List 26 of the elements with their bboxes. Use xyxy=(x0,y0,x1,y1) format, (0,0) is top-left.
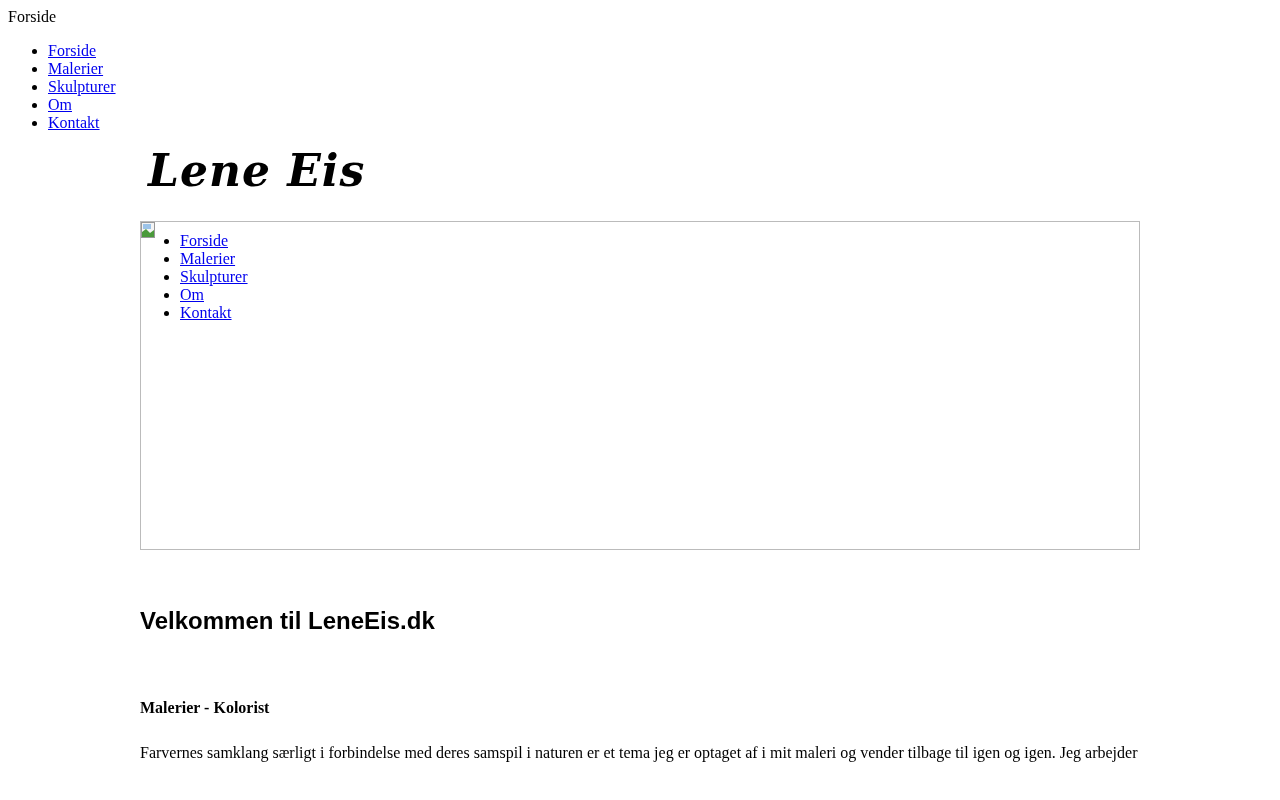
page-title: Forside xyxy=(8,8,57,26)
nav-link[interactable]: Forside xyxy=(180,232,228,250)
bullet-icon xyxy=(164,275,169,280)
bullet-icon xyxy=(32,103,37,108)
nav-link[interactable]: Forside xyxy=(48,42,96,60)
bullet-icon xyxy=(164,293,169,298)
broken-image-icon xyxy=(141,222,157,238)
bullet-icon xyxy=(164,257,169,262)
bullet-icon xyxy=(32,67,37,72)
nav-link[interactable]: Malerier xyxy=(180,250,236,268)
nav-link[interactable]: Kontakt xyxy=(180,304,232,322)
intro-paragraph: Farvernes samklang særligt i forbindelse med deres samspil i naturen er et tema jeg er optaget af i mit maleri og vender tilbage til igen og igen. Jeg arbejder xyxy=(140,744,1139,762)
nav-link[interactable]: Kontakt xyxy=(48,114,100,132)
nav-link[interactable]: Malerier xyxy=(48,60,104,78)
page-heading: Velkommen til LeneEis.dk xyxy=(140,607,436,635)
bullet-icon xyxy=(32,121,37,126)
nav-link[interactable]: Skulpturer xyxy=(180,268,248,286)
nav-link[interactable]: Om xyxy=(48,96,72,114)
bullet-icon xyxy=(32,49,37,54)
logo: Lene Eis xyxy=(148,144,366,198)
section-subheading: Malerier - Kolorist xyxy=(140,699,270,717)
bullet-icon xyxy=(164,239,169,244)
bullet-icon xyxy=(32,85,37,90)
nav-link[interactable]: Skulpturer xyxy=(48,78,116,96)
nav-link[interactable]: Om xyxy=(180,286,204,304)
bullet-icon xyxy=(164,311,169,316)
